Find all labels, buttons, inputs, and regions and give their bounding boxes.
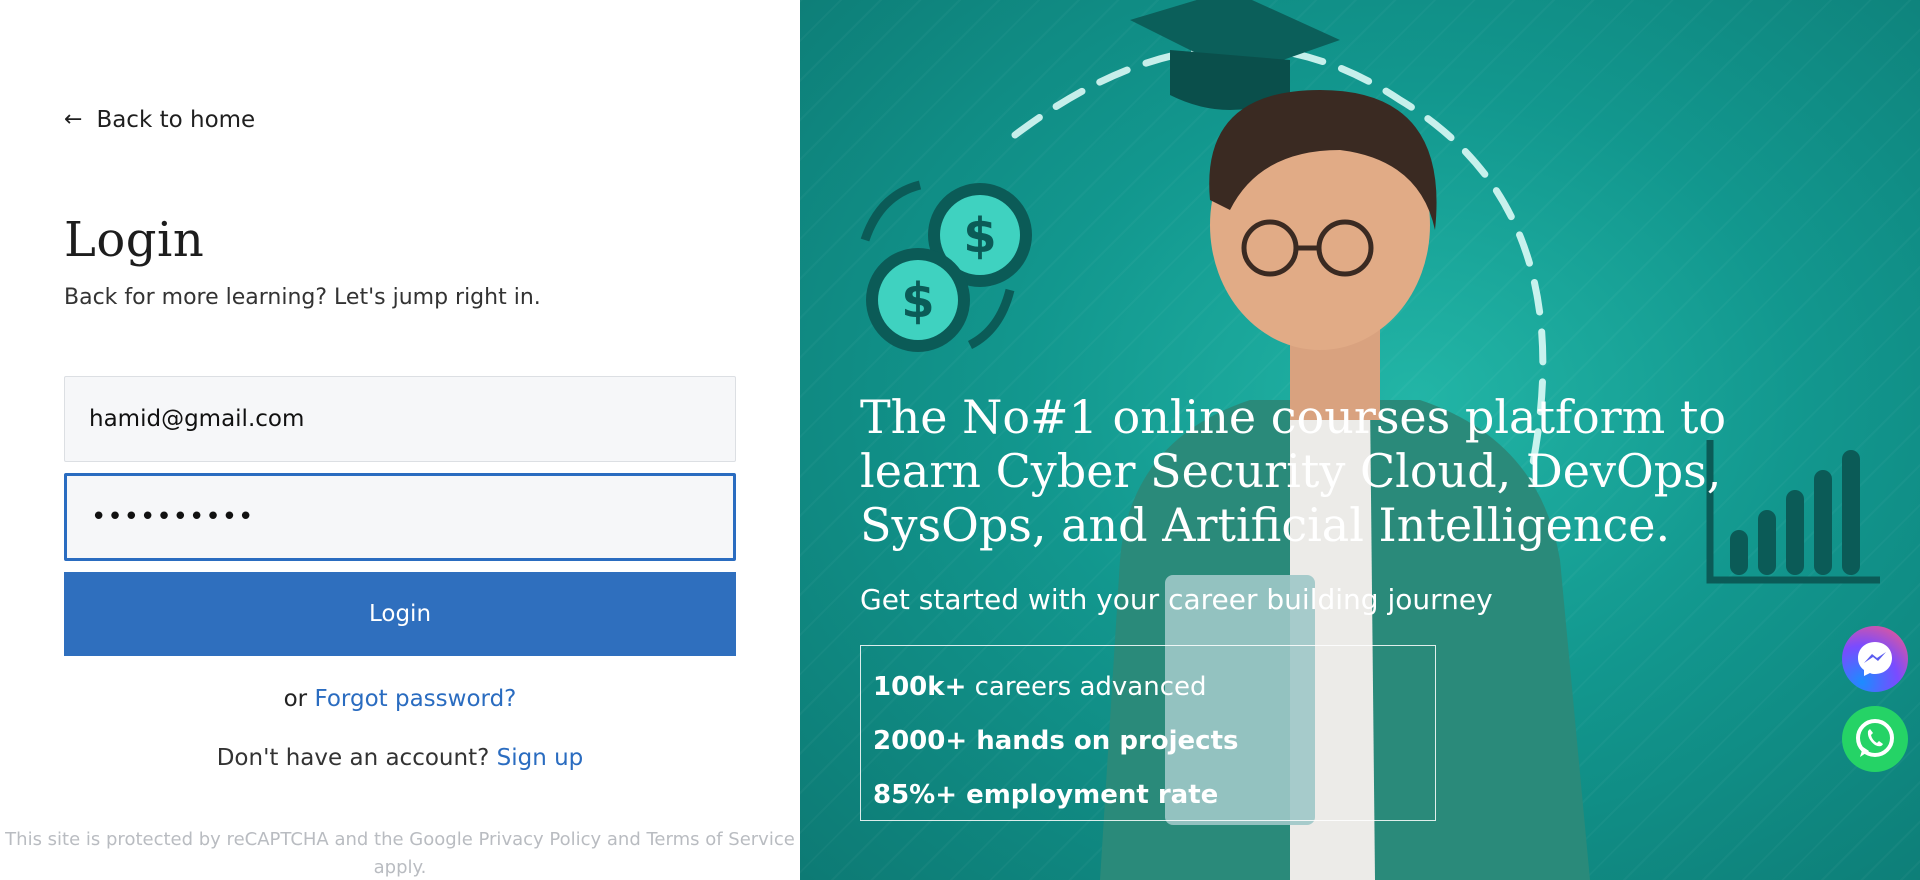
password-field[interactable]	[64, 473, 736, 561]
sign-up-link[interactable]: Sign up	[497, 745, 584, 771]
whatsapp-icon[interactable]	[1842, 706, 1908, 772]
page-subtitle: Back for more learning? Let's jump right…	[64, 285, 541, 310]
page-title: Login	[64, 212, 205, 268]
recaptcha-notice: This site is protected by reCAPTCHA and …	[5, 829, 795, 878]
signup-row: Don't have an account? Sign up	[64, 745, 736, 771]
svg-text:$: $	[963, 208, 996, 264]
coins-icon: $ $	[860, 180, 1032, 352]
back-to-home-label: Back to home	[96, 107, 256, 133]
login-button[interactable]: Login	[64, 572, 736, 656]
hero-headline: The No#1 online courses platform to lear…	[860, 390, 1727, 552]
stat-employment: 85%+ employment rate	[873, 780, 1219, 810]
back-to-home-link[interactable]: ← Back to home	[64, 107, 255, 133]
svg-text:$: $	[901, 273, 934, 329]
login-panel: ← Back to home Login Back for more learn…	[0, 0, 800, 880]
hero-subline: Get started with your career building jo…	[860, 583, 1493, 616]
email-field[interactable]	[64, 376, 736, 462]
stats-box: 100k+ careers advanced 2000+ hands on pr…	[860, 645, 1436, 821]
forgot-password-row: or Forgot password?	[64, 686, 736, 712]
stat-careers: 100k+ careers advanced	[873, 672, 1207, 702]
forgot-password-link[interactable]: Forgot password?	[314, 686, 516, 712]
messenger-icon[interactable]	[1842, 626, 1908, 692]
or-text: or	[283, 686, 308, 712]
arrow-left-icon: ←	[64, 107, 83, 132]
no-account-text: Don't have an account?	[216, 745, 490, 771]
stat-projects: 2000+ hands on projects	[873, 726, 1239, 756]
